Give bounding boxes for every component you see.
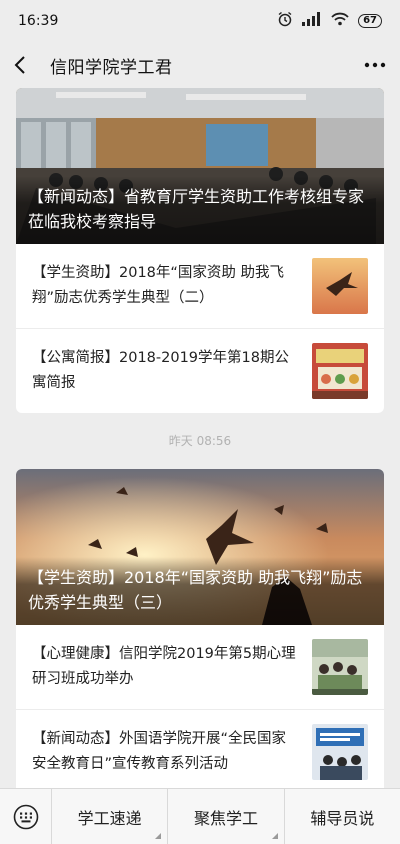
bottom-menu-bar: 学工速递 聚焦学工 辅导员说 bbox=[0, 788, 400, 844]
menu-button-xuegong-sudi[interactable]: 学工速递 bbox=[52, 788, 169, 844]
article-title: 【新闻动态】外国语学院开展“全民国家安全教育日”宣传教育系列活动 bbox=[32, 731, 287, 772]
article-title: 【学生资助】2018年“国家资助 助我飞翔”励志优秀学生典型（二） bbox=[32, 265, 285, 306]
article-list-1: 【学生资助】2018年“国家资助 助我飞翔”励志优秀学生典型（二） 【公寓简报】… bbox=[16, 244, 384, 413]
message-feed[interactable]: 【新闻动态】省教育厅学生资助工作考核组专家莅临我校考察指导 【学生资助】2018… bbox=[0, 88, 400, 788]
article-list-2: 【心理健康】信阳学院2019年第5期心理研习班成功举办 【新闻动态】外国语学院开… bbox=[16, 625, 384, 788]
status-time: 16:39 bbox=[18, 13, 59, 29]
status-icons: 67 bbox=[277, 11, 382, 31]
page-title: 信阳学院学工君 bbox=[50, 57, 173, 78]
list-item[interactable]: 【心理健康】信阳学院2019年第5期心理研习班成功举办 bbox=[16, 625, 384, 709]
menu-button-fudaoyuan-shuo[interactable]: 辅导员说 bbox=[285, 789, 400, 844]
hero-article-1[interactable]: 【新闻动态】省教育厅学生资助工作考核组专家莅临我校考察指导 bbox=[16, 88, 384, 244]
thumbnail-security-event bbox=[312, 724, 368, 780]
submenu-indicator-icon bbox=[155, 832, 162, 839]
list-item[interactable]: 【公寓简报】2018-2019学年第18期公寓简报 bbox=[16, 328, 384, 413]
article-card-1: 【新闻动态】省教育厅学生资助工作考核组专家莅临我校考察指导 【学生资助】2018… bbox=[16, 88, 384, 413]
keyboard-icon[interactable] bbox=[0, 788, 52, 844]
wifi-icon bbox=[331, 12, 349, 30]
menu-label: 聚焦学工 bbox=[193, 808, 258, 828]
hero-title-1: 【新闻动态】省教育厅学生资助工作考核组专家莅临我校考察指导 bbox=[16, 176, 384, 244]
article-title: 【心理健康】信阳学院2019年第5期心理研习班成功举办 bbox=[32, 646, 296, 687]
thumbnail-dormitory bbox=[312, 343, 368, 399]
submenu-indicator-icon bbox=[271, 832, 278, 839]
thumbnail-classroom bbox=[312, 639, 368, 695]
menu-label: 辅导员说 bbox=[310, 808, 375, 828]
timestamp: 昨天 08:56 bbox=[168, 434, 232, 448]
menu-button-jujiao-xuegong[interactable]: 聚焦学工 bbox=[168, 788, 285, 844]
thumbnail-bird-sunset bbox=[312, 258, 368, 314]
more-icon[interactable] bbox=[356, 62, 386, 68]
alarm-icon bbox=[277, 11, 293, 31]
hero-title-2: 【学生资助】2018年“国家资助 助我飞翔”励志优秀学生典型（三） bbox=[16, 557, 384, 625]
battery-icon: 67 bbox=[358, 14, 382, 28]
article-card-2: 【学生资助】2018年“国家资助 助我飞翔”励志优秀学生典型（三） 【心理健康】… bbox=[16, 469, 384, 788]
status-bar: 16:39 67 bbox=[0, 0, 400, 42]
back-icon[interactable] bbox=[14, 52, 40, 78]
list-item[interactable]: 【学生资助】2018年“国家资助 助我飞翔”励志优秀学生典型（二） bbox=[16, 244, 384, 328]
hero-article-2[interactable]: 【学生资助】2018年“国家资助 助我飞翔”励志优秀学生典型（三） bbox=[16, 469, 384, 625]
article-title: 【公寓简报】2018-2019学年第18期公寓简报 bbox=[32, 350, 289, 391]
nav-bar: 信阳学院学工君 bbox=[0, 42, 400, 88]
signal-icon bbox=[302, 12, 322, 30]
menu-label: 学工速递 bbox=[77, 808, 142, 828]
list-item[interactable]: 【新闻动态】外国语学院开展“全民国家安全教育日”宣传教育系列活动 bbox=[16, 709, 384, 788]
